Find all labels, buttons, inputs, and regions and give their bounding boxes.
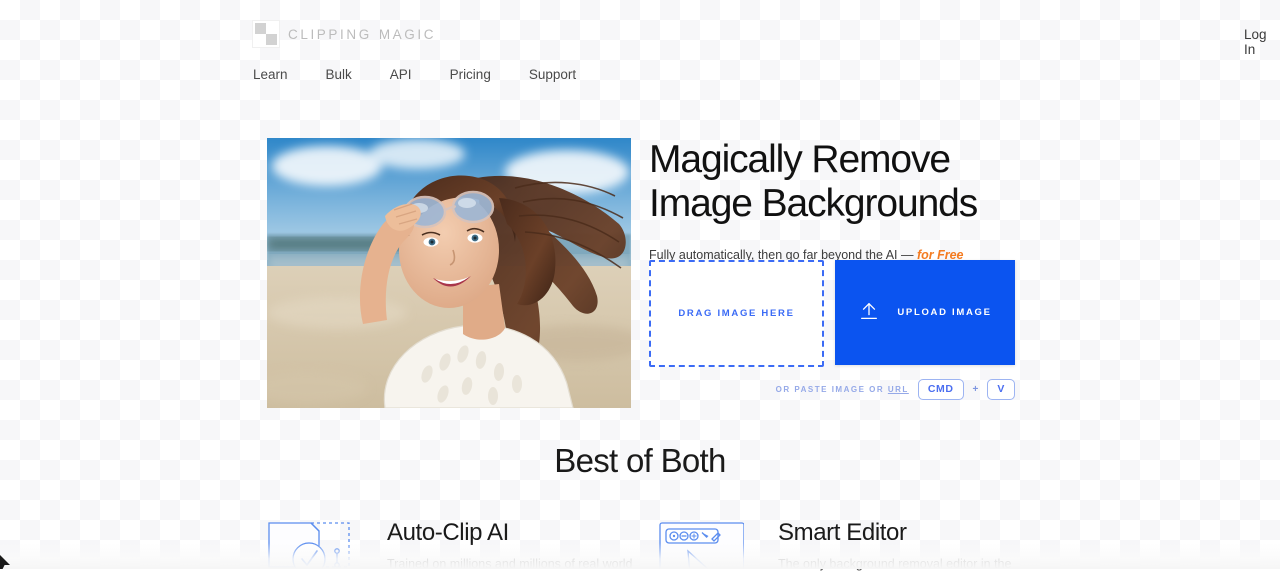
paste-url-link[interactable]: URL [888, 385, 909, 394]
upload-button-label: UPLOAD IMAGE [897, 307, 992, 318]
key-v[interactable]: V [987, 378, 1015, 400]
hero-copy: Magically Remove Image Backgrounds Fully… [649, 138, 1015, 262]
feature-description-auto-clip: Trained on millions and millions of real… [387, 557, 633, 571]
feature-title-smart-editor: Smart Editor [778, 519, 907, 546]
feature-smart-editor-body: Smart Editor The only background removal… [778, 519, 1028, 573]
feature-title-auto-clip: Auto-Clip AI [387, 519, 509, 546]
nav-item-learn[interactable]: Learn [253, 66, 288, 84]
main-navigation: Learn Bulk API Pricing Support [253, 66, 576, 84]
bottom-fade-overlay [0, 543, 1280, 569]
feature-description-smart-editor: The only background removal editor in th… [778, 557, 1012, 571]
hero-image [267, 138, 631, 408]
dropzone-label: DRAG IMAGE HERE [678, 308, 795, 319]
logo-text-secondary: MAGIC [378, 26, 437, 42]
site-header: CLIPPING MAGIC Learn Bulk API Pricing Sup… [0, 0, 1280, 108]
page-title: Magically Remove Image Backgrounds [649, 138, 978, 225]
upload-image-button[interactable]: UPLOAD IMAGE [835, 260, 1015, 365]
feature-auto-clip-body: Auto-Clip AI Trained on millions and mil… [387, 519, 637, 573]
section-heading-best-of-both: Best of Both [554, 442, 726, 479]
smart-editor-toolbar-cursor-icon [656, 519, 744, 569]
key-plus-separator: + [972, 383, 979, 395]
paste-hint: OR PASTE IMAGE OR URL CMD + V [649, 378, 1015, 400]
mouse-cursor-icon [0, 553, 12, 569]
upload-actions: DRAG IMAGE HERE UPLOAD IMAGE [649, 260, 1015, 367]
auto-clip-check-document-icon [265, 519, 353, 569]
log-in-link[interactable]: Log In [1244, 27, 1280, 57]
nav-item-api[interactable]: API [390, 66, 412, 84]
logo[interactable]: CLIPPING MAGIC [253, 21, 436, 47]
checkerboard-logo-icon [253, 21, 279, 47]
header-actions: Log In CREATE ACCOUNT English ⌄ [880, 22, 1280, 57]
nav-item-support[interactable]: Support [529, 66, 576, 84]
logo-text-primary: CLIPPING [288, 26, 372, 42]
nav-item-pricing[interactable]: Pricing [450, 66, 491, 84]
paste-hint-prefix: OR PASTE IMAGE OR [775, 384, 888, 394]
key-cmd[interactable]: CMD [917, 378, 964, 400]
nav-item-bulk[interactable]: Bulk [326, 66, 352, 84]
drag-image-dropzone[interactable]: DRAG IMAGE HERE [649, 260, 824, 367]
upload-arrow-icon [858, 300, 880, 325]
logo-wordmark: CLIPPING MAGIC [288, 27, 436, 42]
paste-hint-text: OR PASTE IMAGE OR URL [776, 385, 909, 394]
